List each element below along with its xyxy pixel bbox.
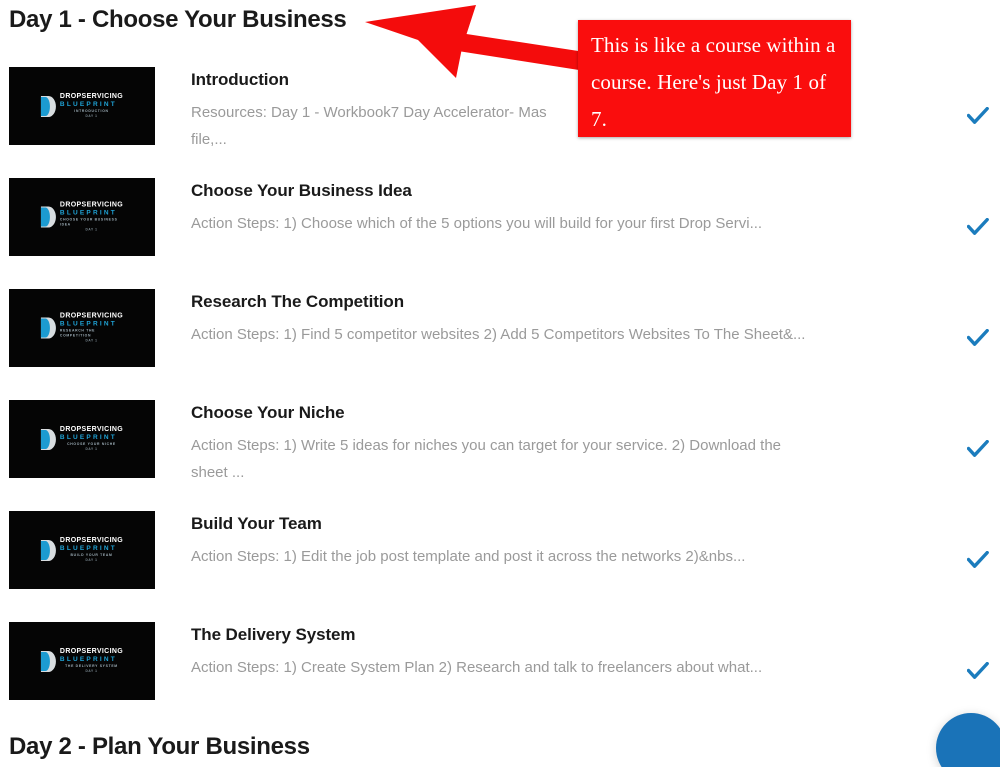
lesson-thumbnail[interactable]: DROPSERVICING BLUEPRINT BUILD YOUR TEAM DAY…: [9, 511, 155, 589]
logo-brand-line-2: BLUEPRINT: [59, 101, 117, 108]
lesson-title[interactable]: Research The Competition: [191, 290, 880, 314]
annotation-callout-box: This is like a course within a course. H…: [578, 20, 851, 137]
logo-d-mark-icon: [40, 95, 56, 117]
thumbnail-subtitle: CHOOSE YOUR BUSINESS IDEA: [59, 217, 118, 227]
lesson-row[interactable]: DROPSERVICING BLUEPRINT RESEARCH THE COMPE…: [0, 282, 1000, 393]
lesson-description: Action Steps: 1) Write 5 ideas for niche…: [191, 437, 782, 454]
lesson-row[interactable]: DROPSERVICING BLUEPRINT CHOOSE YOUR BUSINE…: [0, 171, 1000, 282]
lesson-thumbnail[interactable]: DROPSERVICING BLUEPRINT CHOOSE YOUR NICHE D…: [9, 400, 155, 478]
lesson-text-block: Research The Competition Action Steps: 1)…: [155, 282, 1000, 348]
logo-text-block: DROPSERVICING BLUEPRINT BUILD YOUR TEAM DAY…: [60, 537, 123, 563]
logo-d-mark-icon: [40, 317, 56, 339]
lesson-title[interactable]: Choose Your Niche: [191, 401, 880, 425]
logo-brand-line-1: DROPSERVICING: [59, 426, 124, 433]
course-day-listing-page: Day 1 - Choose Your Business DROPSERVICI…: [0, 0, 1000, 767]
dropservicing-blueprint-logo: DROPSERVICING BLUEPRINT THE DELIVERY SYSTE…: [40, 648, 123, 674]
logo-d-mark-icon: [40, 650, 56, 672]
lesson-description-line-2: sheet ...: [191, 464, 245, 481]
lesson-description: Action Steps: 1) Choose which of the 5 o…: [191, 215, 763, 232]
thumbnail-image: DROPSERVICING BLUEPRINT CHOOSE YOUR NICHE D…: [9, 400, 155, 478]
thumbnail-subtitle: RESEARCH THE COMPETITION: [59, 328, 96, 338]
thumbnail-day-label: DAY 1: [85, 447, 98, 451]
thumbnail-image: DROPSERVICING BLUEPRINT RESEARCH THE COMPE…: [9, 289, 155, 367]
logo-text-block: DROPSERVICING BLUEPRINT CHOOSE YOUR NICHE D…: [60, 426, 123, 452]
day-2-section-heading: Day 2 - Plan Your Business: [9, 733, 310, 760]
logo-d-mark-icon: [40, 206, 56, 228]
lesson-completed-check-icon[interactable]: [964, 657, 992, 685]
lesson-title[interactable]: Build Your Team: [191, 512, 880, 536]
dropservicing-blueprint-logo: DROPSERVICING BLUEPRINT BUILD YOUR TEAM DAY…: [40, 537, 123, 563]
logo-d-mark-icon: [40, 539, 56, 561]
thumbnail-day-label: DAY 1: [85, 558, 98, 562]
logo-text-block: DROPSERVICING BLUEPRINT INTRODUCTION DAY 1: [60, 93, 123, 119]
thumbnail-image: DROPSERVICING BLUEPRINT BUILD YOUR TEAM DAY…: [9, 511, 155, 589]
lesson-description: Action Steps: 1) Edit the job post templ…: [191, 548, 746, 565]
dropservicing-blueprint-logo: DROPSERVICING BLUEPRINT CHOOSE YOUR BUSINE…: [40, 202, 123, 233]
annotation-text: This is like a course within a course. H…: [591, 33, 836, 131]
lesson-text-block: Choose Your Niche Action Steps: 1) Write …: [155, 393, 1000, 486]
lesson-text-block: The Delivery System Action Steps: 1) Crea…: [155, 615, 1000, 681]
lesson-completed-check-icon[interactable]: [964, 102, 992, 130]
logo-brand-line-1: DROPSERVICING: [59, 648, 124, 655]
lesson-thumbnail[interactable]: DROPSERVICING BLUEPRINT INTRODUCTION DAY 1: [9, 67, 155, 145]
lesson-row[interactable]: DROPSERVICING BLUEPRINT BUILD YOUR TEAM DAY…: [0, 504, 1000, 615]
lesson-description: Action Steps: 1) Find 5 competitor websi…: [191, 326, 806, 343]
logo-brand-line-1: DROPSERVICING: [59, 93, 124, 100]
logo-text-block: DROPSERVICING BLUEPRINT CHOOSE YOUR BUSINE…: [60, 202, 123, 233]
lesson-title[interactable]: The Delivery System: [191, 623, 880, 647]
thumbnail-image: DROPSERVICING BLUEPRINT INTRODUCTION DAY 1: [9, 67, 155, 145]
lesson-thumbnail[interactable]: DROPSERVICING BLUEPRINT RESEARCH THE COMPE…: [9, 289, 155, 367]
lesson-thumbnail[interactable]: DROPSERVICING BLUEPRINT THE DELIVERY SYSTE…: [9, 622, 155, 700]
thumbnail-day-label: DAY 1: [85, 669, 98, 673]
logo-brand-line-1: DROPSERVICING: [59, 312, 124, 320]
thumbnail-day-label: DAY 1: [85, 338, 98, 343]
logo-brand-line-2: BLUEPRINT: [59, 209, 117, 217]
lesson-description: Action Steps: 1) Create System Plan 2) R…: [191, 659, 763, 676]
logo-brand-line-2: BLUEPRINT: [59, 320, 117, 328]
lesson-list: DROPSERVICING BLUEPRINT INTRODUCTION DAY 1I…: [0, 60, 1000, 726]
lesson-completed-check-icon[interactable]: [964, 546, 992, 574]
logo-text-block: DROPSERVICING BLUEPRINT THE DELIVERY SYSTE…: [60, 648, 123, 674]
thumbnail-day-label: DAY 1: [85, 227, 98, 232]
dropservicing-blueprint-logo: DROPSERVICING BLUEPRINT CHOOSE YOUR NICHE D…: [40, 426, 123, 452]
logo-brand-line-2: BLUEPRINT: [59, 656, 117, 663]
thumbnail-image: DROPSERVICING BLUEPRINT CHOOSE YOUR BUSINE…: [9, 178, 155, 256]
logo-brand-line-2: BLUEPRINT: [59, 434, 117, 441]
lesson-thumbnail[interactable]: DROPSERVICING BLUEPRINT CHOOSE YOUR BUSINE…: [9, 178, 155, 256]
thumbnail-image: DROPSERVICING BLUEPRINT THE DELIVERY SYSTE…: [9, 622, 155, 700]
thumbnail-day-label: DAY 1: [85, 114, 98, 118]
lesson-row[interactable]: DROPSERVICING BLUEPRINT CHOOSE YOUR NICHE D…: [0, 393, 1000, 504]
lesson-title[interactable]: Choose Your Business Idea: [191, 179, 880, 203]
lesson-completed-check-icon[interactable]: [964, 324, 992, 352]
logo-text-block: DROPSERVICING BLUEPRINT RESEARCH THE COMPE…: [60, 313, 123, 344]
logo-d-mark-icon: [40, 428, 56, 450]
logo-brand-line-1: DROPSERVICING: [59, 201, 124, 209]
dropservicing-blueprint-logo: DROPSERVICING BLUEPRINT RESEARCH THE COMPE…: [40, 313, 123, 344]
lesson-row[interactable]: DROPSERVICING BLUEPRINT THE DELIVERY SYSTE…: [0, 615, 1000, 726]
dropservicing-blueprint-logo: DROPSERVICING BLUEPRINT INTRODUCTION DAY 1: [40, 93, 123, 119]
logo-brand-line-1: DROPSERVICING: [59, 537, 124, 544]
lesson-completed-check-icon[interactable]: [964, 213, 992, 241]
day-1-section-heading: Day 1 - Choose Your Business: [9, 6, 347, 33]
lesson-completed-check-icon[interactable]: [964, 435, 992, 463]
lesson-text-block: Build Your Team Action Steps: 1) Edit the…: [155, 504, 1000, 570]
lesson-text-block: Choose Your Business Idea Action Steps: 1…: [155, 171, 1000, 237]
logo-brand-line-2: BLUEPRINT: [59, 545, 117, 552]
